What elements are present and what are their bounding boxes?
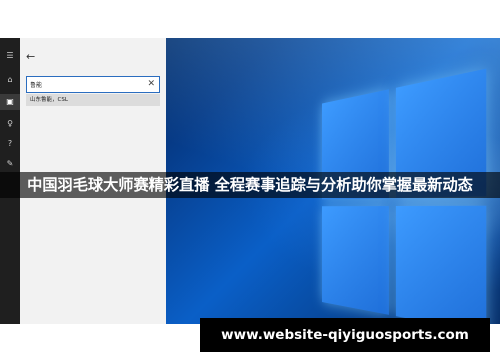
windows-logo-pane-bottom-right xyxy=(395,205,487,324)
feedback-icon[interactable]: ✎ xyxy=(0,156,20,172)
windows-logo-pane-bottom-left xyxy=(321,206,389,315)
back-arrow-icon[interactable]: ← xyxy=(26,50,35,63)
notebook-icon[interactable]: ▣ xyxy=(0,94,20,110)
clear-icon[interactable]: ✕ xyxy=(147,78,155,91)
search-box[interactable]: ✕ xyxy=(26,76,160,93)
help-icon[interactable]: ? xyxy=(0,136,20,152)
title-banner: 中国羽毛球大师赛精彩直播 全程赛事追踪与分析助你掌握最新动态 xyxy=(0,172,500,198)
search-input[interactable] xyxy=(30,78,142,91)
banner-title: 中国羽毛球大师赛精彩直播 全程赛事追踪与分析助你掌握最新动态 xyxy=(27,176,473,194)
watermark-url: www.website-qiyiguosports.com xyxy=(221,327,469,343)
lightbulb-icon[interactable]: ♀ xyxy=(0,116,20,132)
search-suggestion-item[interactable]: 山东鲁能，CSL xyxy=(26,94,160,106)
watermark-url-bar: www.website-qiyiguosports.com xyxy=(200,318,490,352)
hamburger-icon[interactable]: ☰ xyxy=(0,48,20,64)
home-icon[interactable]: ⌂ xyxy=(0,72,20,88)
